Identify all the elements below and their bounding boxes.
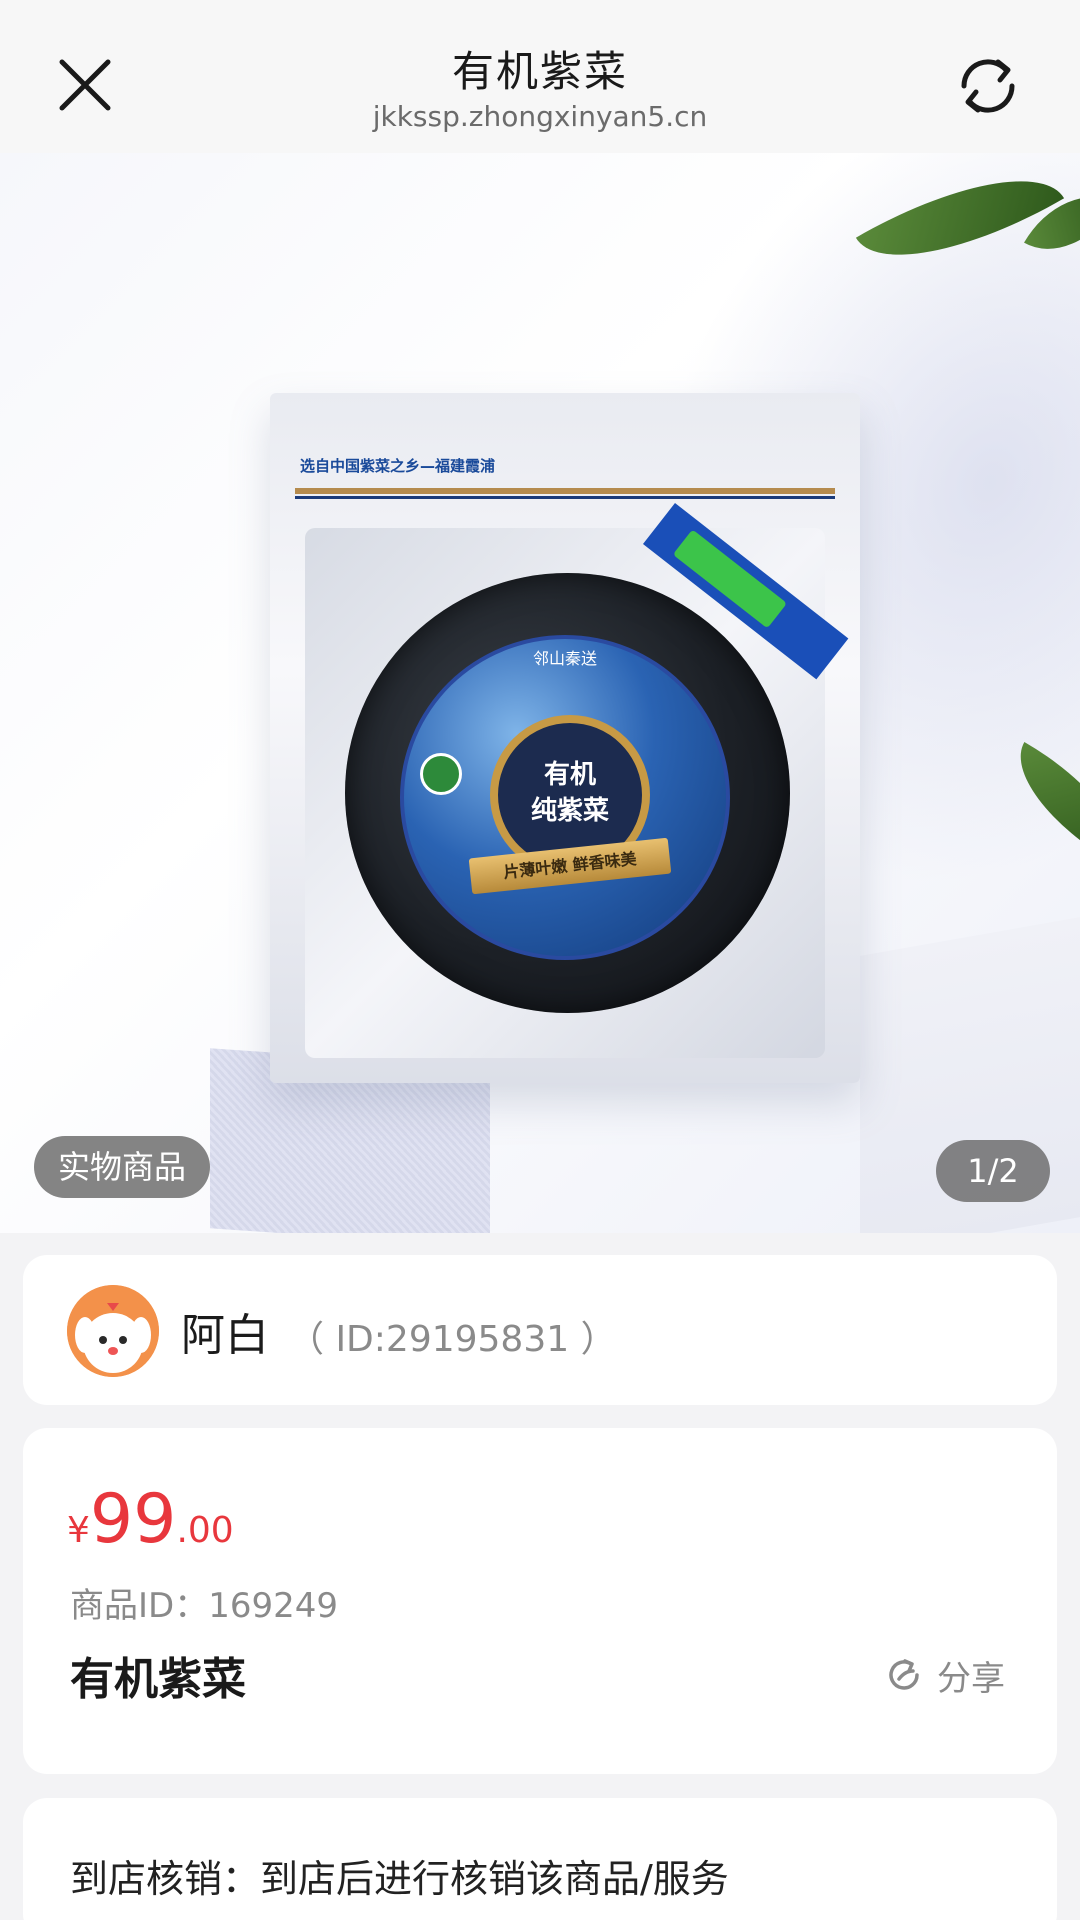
image-page-indicator: 1/2 <box>936 1140 1050 1202</box>
share-label: 分享 <box>937 1658 1005 1699</box>
refresh-icon <box>961 59 1015 113</box>
top-bar: 有机紫菜 jkkssp.zhongxinyan5.cn <box>0 0 1080 153</box>
package-origin-text: 选自中国紫菜之乡—福建霞浦 <box>300 457 496 475</box>
price-integer: 99 <box>89 1480 177 1559</box>
page-title: 有机紫菜 <box>451 47 628 96</box>
price-decimal: .00 <box>176 1510 234 1551</box>
seal-line-1: 有机 <box>543 760 596 790</box>
refresh-button[interactable] <box>950 48 1026 124</box>
price-currency: ¥ <box>67 1510 90 1551</box>
brand-text: 邻山秦送 <box>532 649 597 668</box>
organic-badge-icon <box>420 753 462 795</box>
share-icon <box>889 1659 919 1690</box>
redeem-text: 到店核销：到店后进行核销该商品/服务 <box>70 1857 729 1901</box>
product-image-gallery[interactable]: 选自中国紫菜之乡—福建霞浦 邻山秦送 有机 纯紫菜 片薄叶嫩 鲜香味美 <box>0 153 1080 1233</box>
package-stripe <box>295 496 835 499</box>
seal-line-2: 纯紫菜 <box>530 796 609 826</box>
product-package: 选自中国紫菜之乡—福建霞浦 邻山秦送 有机 纯紫菜 片薄叶嫩 鲜香味美 <box>270 393 860 1083</box>
package-stripe <box>295 488 835 494</box>
redeem-info-card: 到店核销：到店后进行核销该商品/服务 <box>23 1798 1057 1920</box>
product-name: 有机紫菜 <box>70 1654 246 1705</box>
price: ¥99.00 <box>67 1480 234 1559</box>
shop-id: （ ID:29195831 ） <box>288 1319 617 1360</box>
physical-product-tag: 实物商品 <box>34 1136 211 1198</box>
shop-card[interactable]: 阿白 （ ID:29195831 ） <box>23 1255 1057 1405</box>
avatar-icon <box>67 1285 159 1377</box>
product-info-card: ¥99.00 商品ID：169249 有机紫菜 分享 <box>23 1428 1057 1774</box>
avatar[interactable] <box>67 1285 159 1377</box>
page-url: jkkssp.zhongxinyan5.cn <box>372 100 708 133</box>
shop-name: 阿白 <box>181 1310 269 1361</box>
share-button[interactable]: 分享 <box>885 1653 1005 1699</box>
product-id: 商品ID：169249 <box>70 1586 338 1626</box>
